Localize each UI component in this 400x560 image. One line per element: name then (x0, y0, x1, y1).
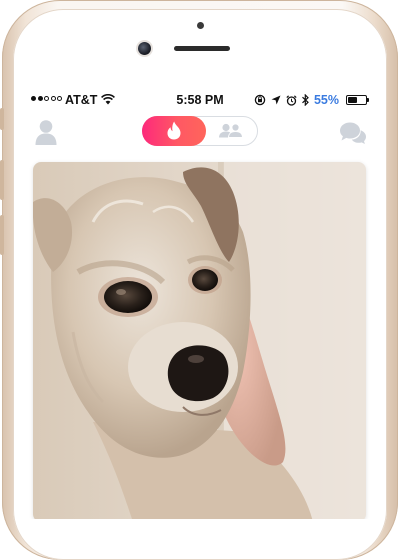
app-top-nav (27, 111, 373, 159)
location-arrow-icon (271, 95, 281, 105)
volume-down-button (0, 215, 4, 255)
discovery-mode-toggle[interactable] (141, 115, 258, 146)
battery-icon (346, 95, 369, 105)
phone-screen: AT&T 5:58 PM 55% (27, 89, 373, 519)
battery-percentage: 55% (313, 93, 339, 107)
battery-level-fill (348, 97, 357, 103)
toggle-flame-option[interactable] (141, 115, 206, 146)
earpiece-speaker (174, 46, 230, 51)
profile-card[interactable] (33, 162, 366, 519)
proximity-sensor (197, 22, 204, 29)
profile-icon[interactable] (35, 119, 57, 145)
mute-switch (0, 108, 4, 130)
flame-icon (167, 121, 180, 140)
bluetooth-icon (302, 94, 309, 106)
chat-icon[interactable] (339, 121, 367, 145)
alarm-icon (286, 94, 297, 106)
front-camera (138, 42, 151, 55)
status-bar: AT&T 5:58 PM 55% (27, 89, 373, 111)
status-right-group: 55% (254, 93, 369, 107)
group-icon (219, 123, 244, 138)
screen-rotation-lock-icon (254, 94, 266, 106)
dog-photo (33, 162, 366, 519)
toggle-group-option[interactable] (205, 117, 257, 144)
volume-up-button (0, 160, 4, 200)
